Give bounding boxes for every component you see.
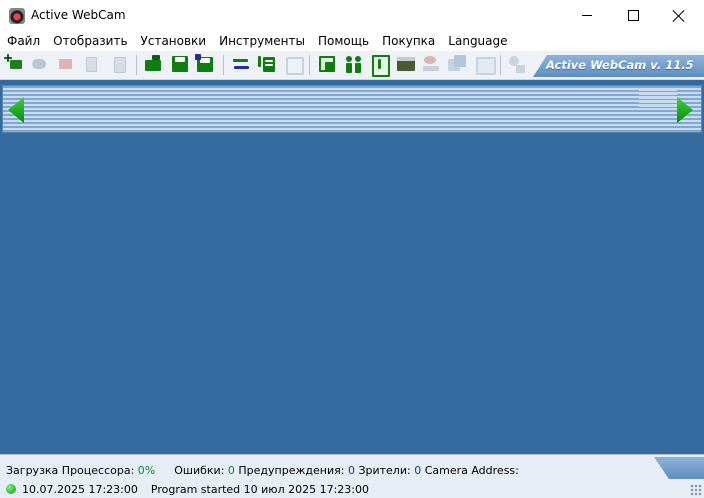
fullscreen-icon[interactable]	[283, 54, 304, 75]
open-folder-icon[interactable]	[143, 54, 163, 74]
log-time: 10.07.2025 17:23:00	[22, 483, 138, 496]
copy-icon[interactable]	[81, 54, 101, 74]
menu-settings[interactable]: Установки	[135, 31, 214, 51]
toolbar-separator	[500, 55, 501, 75]
log-list-icon[interactable]	[256, 54, 276, 74]
toolbar-separator	[309, 55, 310, 75]
window-title: Active WebCam	[31, 8, 126, 22]
scroll-right-arrow-icon[interactable]	[677, 97, 693, 123]
errors-value: 0	[227, 464, 235, 477]
title-bar[interactable]: Active WebCam	[0, 0, 704, 31]
status-metrics: Загрузка Процессора: 0% Ошибки: 0 Предуп…	[6, 464, 519, 477]
cpu-value: 0%	[137, 464, 156, 477]
network-icon[interactable]	[507, 54, 527, 74]
viewers-value: 0	[414, 464, 422, 477]
errors-label: Ошибки:	[174, 464, 225, 477]
resize-grip-icon[interactable]	[690, 484, 702, 496]
menu-view[interactable]: Отобразить	[47, 31, 134, 51]
delete-camera-icon[interactable]	[55, 54, 75, 74]
maximize-button[interactable]	[610, 0, 656, 31]
menu-language[interactable]: Language	[442, 31, 514, 51]
single-view-icon[interactable]	[369, 54, 390, 77]
scroll-left-arrow-icon[interactable]	[8, 97, 24, 123]
warnings-label: Предупреждения:	[238, 464, 345, 477]
menu-bar: Файл Отобразить Установки Инструменты По…	[0, 31, 704, 51]
checklist-icon[interactable]	[317, 54, 337, 74]
add-camera-icon[interactable]	[3, 54, 23, 74]
toolbar-separator	[136, 55, 137, 75]
minimize-button[interactable]	[564, 0, 610, 31]
save-as-icon[interactable]	[195, 54, 215, 74]
cpu-label: Загрузка Процессора:	[6, 464, 135, 477]
decorative-stripes	[639, 90, 677, 110]
log-message: Program started 10 июл 2025 17:23:00	[150, 483, 369, 496]
menu-help[interactable]: Помощь	[312, 31, 376, 51]
switch-icon[interactable]	[231, 54, 251, 74]
camera-address-label: Camera Address:	[424, 464, 519, 477]
users-icon[interactable]	[344, 54, 364, 74]
status-log: 10.07.2025 17:23:00 Program started 10 и…	[6, 483, 369, 496]
paste-icon[interactable]	[109, 54, 129, 74]
www-icon[interactable]	[396, 54, 416, 74]
snapshot-icon[interactable]	[474, 54, 496, 75]
toolbar-separator	[223, 55, 224, 75]
status-decoration	[654, 457, 704, 479]
status-bar: Загрузка Процессора: 0% Ошибки: 0 Предуп…	[0, 454, 704, 498]
save-icon[interactable]	[170, 54, 190, 74]
menu-tools[interactable]: Инструменты	[213, 31, 312, 51]
menu-file[interactable]: Файл	[1, 31, 47, 51]
version-banner: Active WebCam v. 11.5	[533, 55, 704, 77]
minimize-icon	[582, 15, 592, 16]
multi-view-icon[interactable]	[447, 54, 467, 74]
viewers-label: Зрители:	[358, 464, 411, 477]
version-text: Active WebCam v. 11.5	[546, 58, 694, 72]
maximize-icon	[627, 10, 639, 21]
camera-selector-bar[interactable]	[2, 85, 702, 133]
camera-view-area[interactable]	[0, 80, 704, 454]
webcam-app-icon[interactable]	[9, 8, 25, 24]
app-window: Active WebCam Файл Отобразить Установки …	[0, 0, 704, 498]
status-led-icon	[6, 484, 16, 494]
camera-settings-icon[interactable]	[29, 54, 49, 74]
close-icon	[673, 10, 685, 22]
close-button[interactable]	[656, 0, 702, 31]
menu-purchase[interactable]: Покупка	[376, 31, 442, 51]
record-icon[interactable]	[421, 54, 441, 74]
warnings-value: 0	[347, 464, 355, 477]
